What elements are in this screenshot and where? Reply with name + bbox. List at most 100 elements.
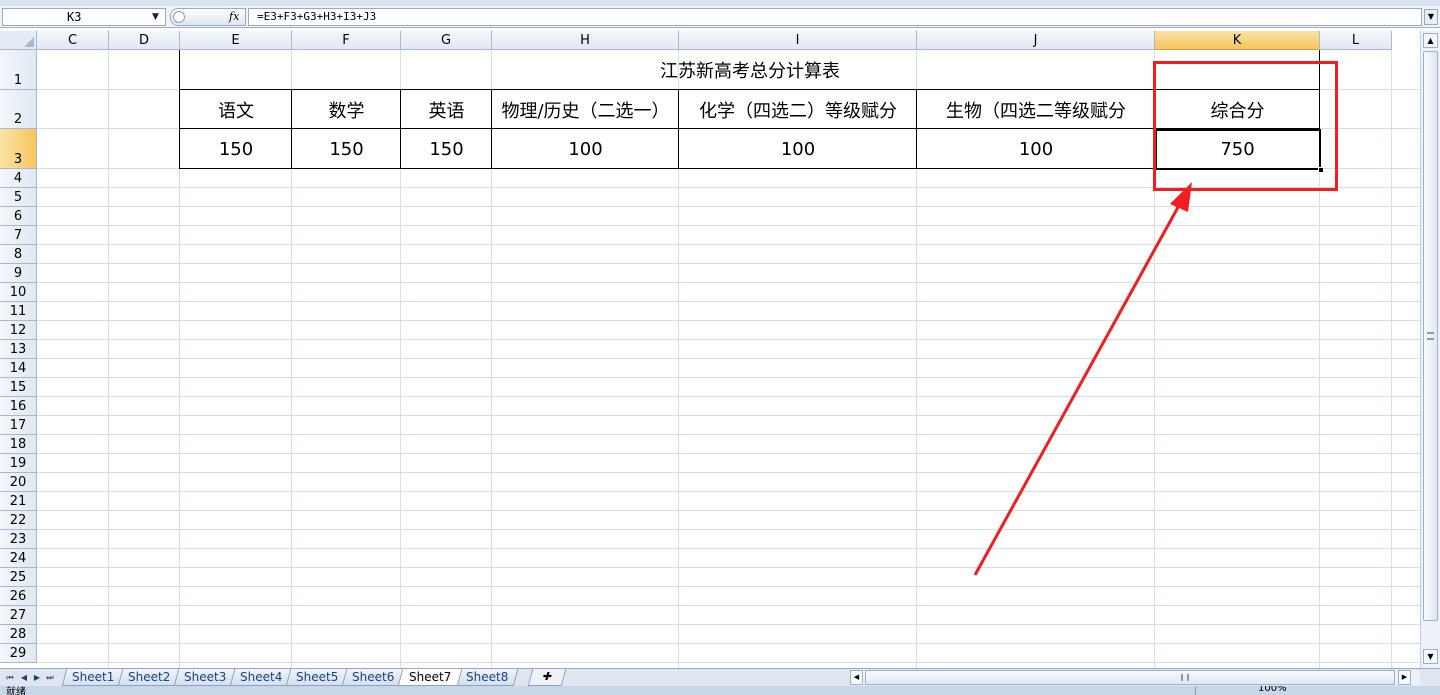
row-header-1[interactable]: 1 (0, 50, 37, 90)
horizontal-scroll-thumb[interactable] (865, 670, 1395, 685)
column-header-l[interactable]: L (1320, 31, 1392, 50)
row-number: 11 (9, 304, 27, 319)
vertical-scrollbar[interactable]: ▲ ▼ (1420, 31, 1440, 668)
table-header-cell[interactable]: 生物（四选二等级赋分 (917, 90, 1155, 129)
row-number: 7 (13, 228, 23, 243)
table-header-cell[interactable]: 语文 (180, 90, 292, 129)
horizontal-scrollbar[interactable]: ◀ ▶ (850, 670, 1420, 685)
row-number: 26 (9, 589, 27, 604)
gridline-h (37, 529, 1420, 530)
row-header-25[interactable]: 25 (0, 568, 37, 587)
column-header-e[interactable]: E (180, 31, 292, 50)
row-header-11[interactable]: 11 (0, 302, 37, 321)
row-header-24[interactable]: 24 (0, 549, 37, 568)
row-header-3[interactable]: 3 (0, 129, 37, 169)
row-header-17[interactable]: 17 (0, 416, 37, 435)
sheet-tab-sheet4[interactable]: Sheet4 (229, 669, 293, 686)
row-number: 22 (9, 513, 27, 528)
insert-function-icon[interactable]: fx (229, 10, 239, 23)
table-title[interactable]: 江苏新高考总分计算表 (180, 50, 1320, 90)
row-number: 18 (9, 437, 27, 452)
column-header-d[interactable]: D (109, 31, 180, 50)
row-header-27[interactable]: 27 (0, 606, 37, 625)
insert-sheet-icon[interactable]: ✚ (527, 669, 567, 686)
next-sheet-icon[interactable]: ▶ (31, 670, 43, 685)
view-buttons[interactable] (1195, 686, 1243, 695)
row-header-15[interactable]: 15 (0, 378, 37, 397)
column-header-f[interactable]: F (292, 31, 401, 50)
sheet-tab-sheet2[interactable]: Sheet2 (117, 669, 181, 686)
row-header-18[interactable]: 18 (0, 435, 37, 454)
row-header-20[interactable]: 20 (0, 473, 37, 492)
row-header-10[interactable]: 10 (0, 283, 37, 302)
row-number: 27 (9, 608, 27, 623)
row-header-8[interactable]: 8 (0, 245, 37, 264)
row-header-28[interactable]: 28 (0, 625, 37, 644)
column-header-k[interactable]: K (1155, 31, 1320, 50)
row-header-5[interactable]: 5 (0, 188, 37, 207)
select-all-button[interactable] (0, 31, 37, 50)
column-header-i[interactable]: I (679, 31, 917, 50)
table-header-cell[interactable]: 化学（四选二）等级赋分 (679, 90, 917, 129)
table-border-h (180, 128, 1320, 129)
table-header-cell[interactable]: 数学 (292, 90, 401, 129)
row-header-6[interactable]: 6 (0, 207, 37, 226)
status-text: 就绪 (6, 687, 26, 695)
row-header-29[interactable]: 29 (0, 644, 37, 663)
sheet-tab-label: Sheet7 (408, 670, 452, 684)
table-header-cell[interactable]: 英语 (401, 90, 492, 129)
row-header-2[interactable]: 2 (0, 90, 37, 129)
sheet-tab-label: Sheet2 (127, 670, 171, 684)
vertical-scroll-thumb[interactable] (1423, 51, 1438, 621)
name-box[interactable]: K3 (2, 8, 166, 26)
chevron-down-icon[interactable]: ▼ (152, 12, 159, 22)
row-header-21[interactable]: 21 (0, 492, 37, 511)
row-header-13[interactable]: 13 (0, 340, 37, 359)
scroll-up-button[interactable]: ▲ (1423, 33, 1438, 48)
scroll-left-button[interactable]: ◀ (850, 670, 863, 685)
table-value-cell[interactable]: 150 (180, 129, 292, 169)
sheet-tab-label: Sheet5 (295, 670, 339, 684)
gridline-h (37, 643, 1420, 644)
table-border-v (291, 90, 292, 169)
table-value-cell[interactable]: 100 (917, 129, 1155, 169)
row-header-12[interactable]: 12 (0, 321, 37, 340)
sheet-tab-sheet7[interactable]: Sheet7 (397, 669, 463, 686)
table-value-cell[interactable]: 150 (401, 129, 492, 169)
table-value-cell[interactable]: 100 (679, 129, 917, 169)
spreadsheet-window: K3 ▼ fx =E3+F3+G3+H3+I3+J3 ▼ CDEFGHIJKL … (0, 0, 1440, 695)
prev-sheet-icon[interactable]: ◀ (18, 670, 30, 685)
column-header-j[interactable]: J (917, 31, 1155, 50)
expand-formula-bar-button[interactable]: ▼ (1424, 9, 1438, 25)
sheet-tab-sheet3[interactable]: Sheet3 (173, 669, 237, 686)
row-header-26[interactable]: 26 (0, 587, 37, 606)
row-header-22[interactable]: 22 (0, 511, 37, 530)
last-sheet-icon[interactable]: ⏭ (44, 670, 56, 685)
row-header-4[interactable]: 4 (0, 169, 37, 188)
scroll-right-button[interactable]: ▶ (1398, 670, 1411, 685)
column-header-c[interactable]: C (37, 31, 109, 50)
zoom-level[interactable]: 100% (1258, 686, 1287, 694)
row-header-14[interactable]: 14 (0, 359, 37, 378)
row-number: 13 (9, 342, 27, 357)
first-sheet-icon[interactable]: ⏮ (4, 670, 16, 685)
column-header-g[interactable]: G (401, 31, 492, 50)
row-header-16[interactable]: 16 (0, 397, 37, 416)
column-header-h[interactable]: H (492, 31, 679, 50)
row-header-19[interactable]: 19 (0, 454, 37, 473)
sheet-tab-sheet5[interactable]: Sheet5 (285, 669, 349, 686)
sheet-tab-sheet8[interactable]: Sheet8 (455, 669, 519, 686)
table-value-cell[interactable]: 150 (292, 129, 401, 169)
row-number: 3 (13, 152, 23, 167)
sheet-tab-sheet1[interactable]: Sheet1 (61, 669, 125, 686)
expand-handle[interactable] (173, 11, 185, 23)
table-value-cell[interactable]: 100 (492, 129, 679, 169)
row-header-9[interactable]: 9 (0, 264, 37, 283)
formula-input[interactable]: =E3+F3+G3+H3+I3+J3 (248, 8, 1422, 26)
sheet-tab-sheet6[interactable]: Sheet6 (341, 669, 405, 686)
gridline-h (37, 282, 1420, 283)
scroll-down-button[interactable]: ▼ (1423, 649, 1438, 664)
row-header-7[interactable]: 7 (0, 226, 37, 245)
row-header-23[interactable]: 23 (0, 530, 37, 549)
table-header-cell[interactable]: 物理/历史（二选一） (492, 90, 679, 129)
